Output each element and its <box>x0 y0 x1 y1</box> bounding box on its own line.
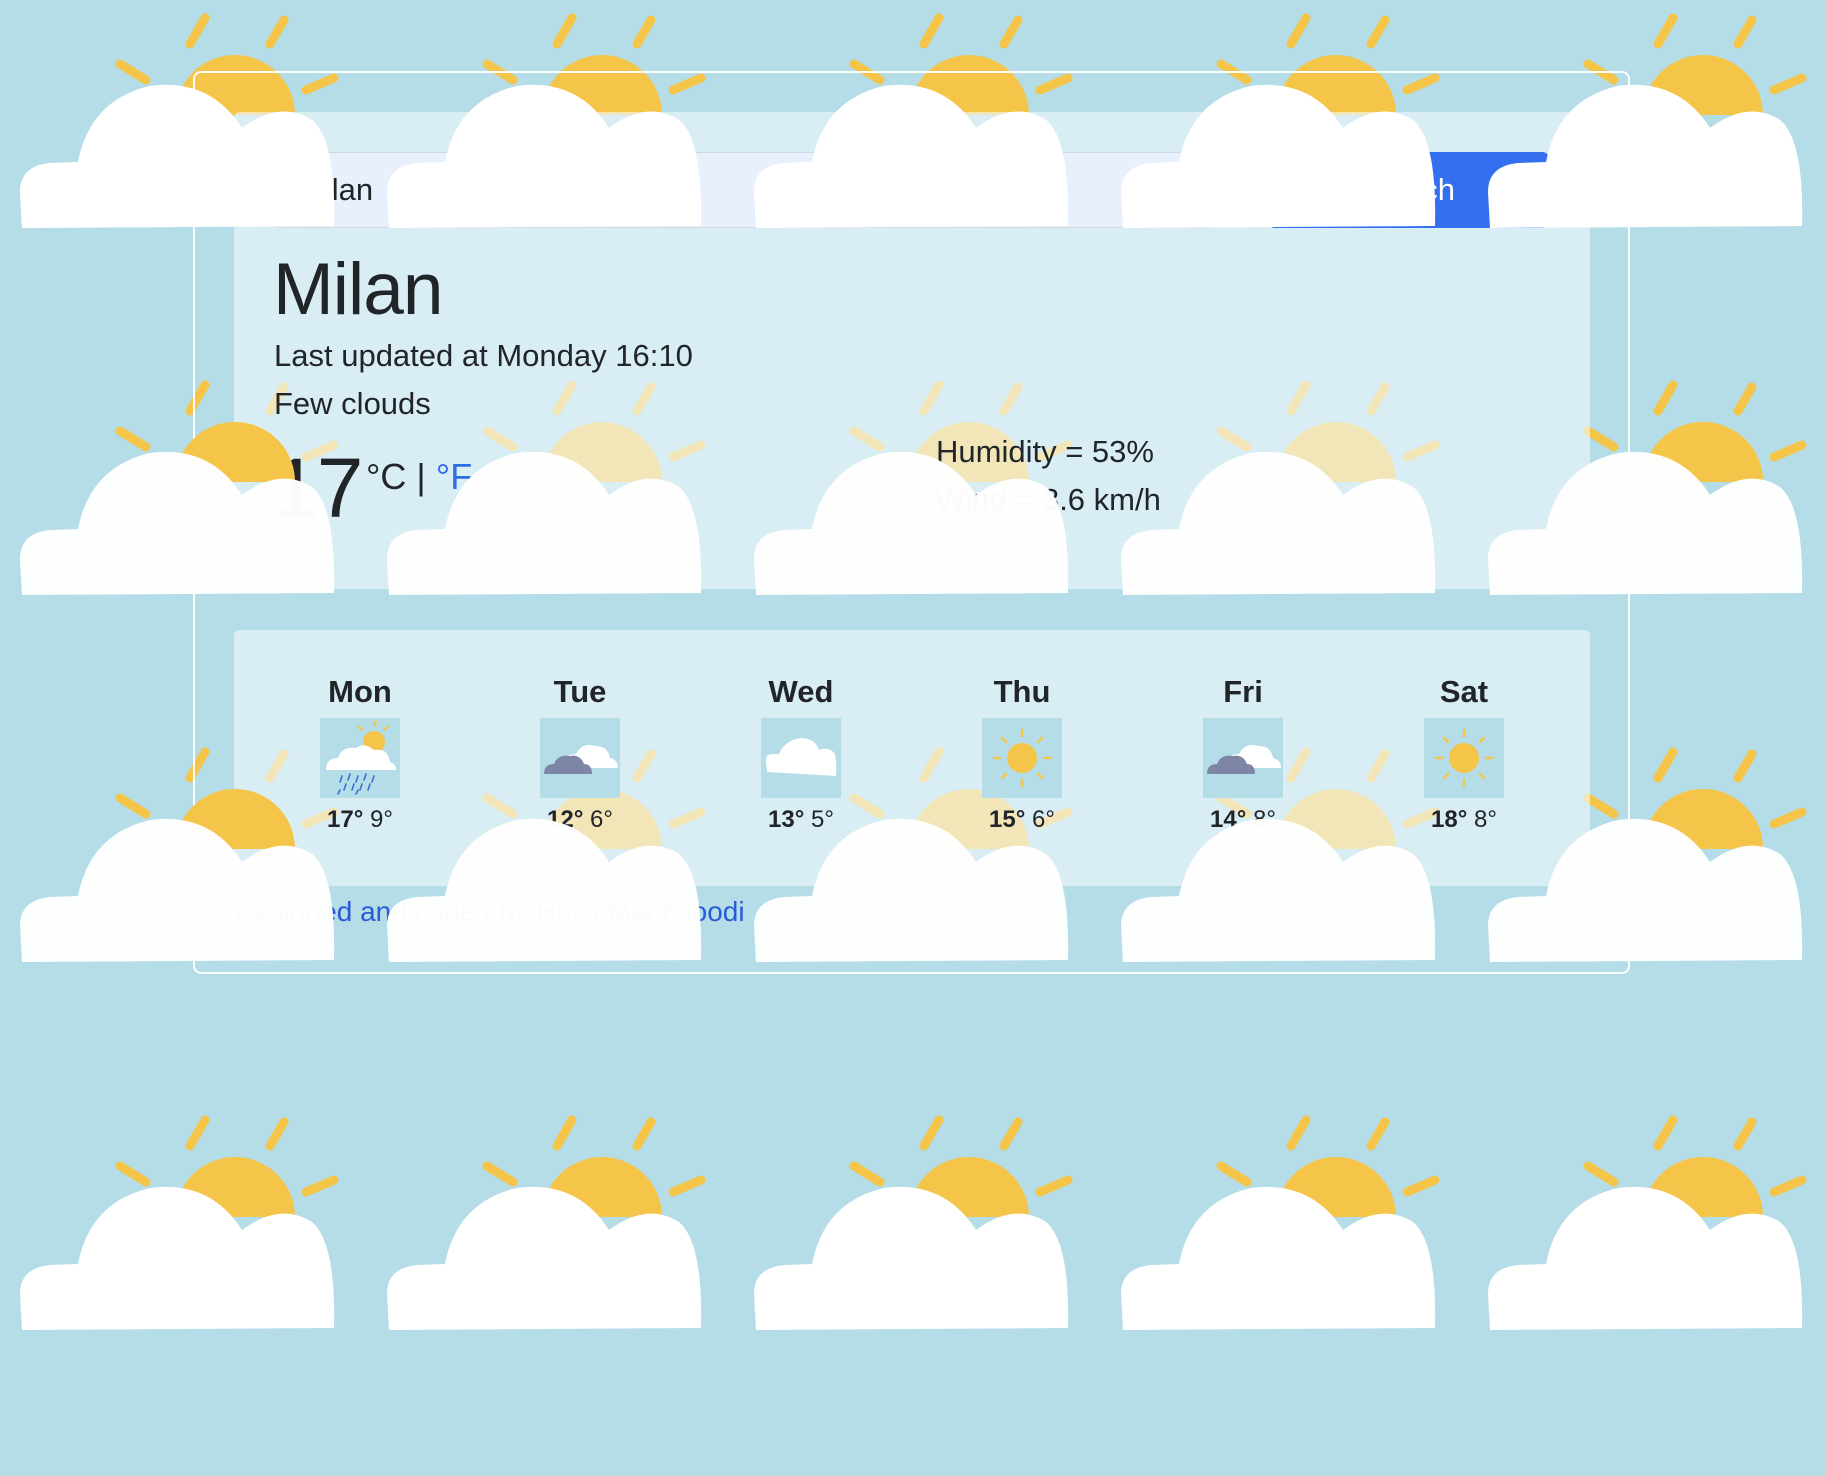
forecast-temps: 18° 8° <box>1384 806 1544 834</box>
forecast-temps: 17° 9° <box>280 806 440 834</box>
sun-icon <box>1424 718 1504 798</box>
city-search-input[interactable] <box>274 152 1218 228</box>
forecast-day: Thu 15° 6° <box>942 674 1102 834</box>
forecast-low: 6° <box>1032 806 1055 833</box>
current-temperature: 17 <box>272 441 363 535</box>
forecast-temps: 14° 8° <box>1163 806 1323 834</box>
celsius-unit: °C <box>366 456 407 497</box>
forecast-high: 18° <box>1431 806 1468 833</box>
rain-partly-sunny-icon <box>320 718 400 798</box>
forecast-day-name: Wed <box>768 674 834 709</box>
forecast-high: 14° <box>1210 806 1247 833</box>
forecast-high: 17° <box>327 806 364 833</box>
forecast-day: Wed 13° 5° <box>721 674 881 834</box>
forecast-low: 8° <box>1253 806 1276 833</box>
wind-text: Wind = 3.6 km/h <box>936 482 1161 517</box>
footer-credit: Designed and coded by Hasti Maghsoodi <box>234 896 745 928</box>
search-button[interactable]: search <box>1267 152 1550 228</box>
broken-clouds-icon <box>540 718 620 798</box>
forecast-day-name: Sat <box>1439 674 1489 709</box>
forecast-day-name: Tue <box>553 674 607 709</box>
forecast-low: 9° <box>370 806 393 833</box>
forecast-low: 6° <box>590 806 613 833</box>
unit-separator: | <box>416 456 426 497</box>
city-name: Milan <box>273 249 443 330</box>
forecast-day: Mon 17° 9° <box>280 674 440 834</box>
humidity-text: Humidity = 53% <box>936 434 1154 469</box>
forecast-high: 13° <box>768 806 805 833</box>
footer-suffix: by Hasti Maghsoodi <box>498 896 745 927</box>
forecast-high: 12° <box>547 806 584 833</box>
unit-toggle: °C | °F <box>366 456 472 498</box>
forecast-day-name: Thu <box>993 674 1051 709</box>
forecast-day: Fri 14° 8° <box>1163 674 1323 834</box>
forecast-temps: 13° 5° <box>721 806 881 834</box>
fahrenheit-link[interactable]: °F <box>436 456 472 497</box>
forecast-day-name: Mon <box>328 674 392 709</box>
forecast-temps: 12° 6° <box>500 806 660 834</box>
forecast-day: Tue 12° 6° <box>500 674 660 834</box>
forecast-low: 8° <box>1474 806 1497 833</box>
broken-clouds-icon <box>1203 718 1283 798</box>
forecast-high: 15° <box>989 806 1026 833</box>
forecast-low: 5° <box>811 806 834 833</box>
forecast-day: Sat 18° 8° <box>1384 674 1544 834</box>
sun-icon <box>982 718 1062 798</box>
last-updated-text: Last updated at Monday 16:10 <box>274 338 693 373</box>
footer-prefix: Designed and <box>234 896 407 927</box>
weather-description: Few clouds <box>274 386 431 421</box>
forecast-temps: 15° 6° <box>942 806 1102 834</box>
overcast-cloud-icon <box>761 718 841 798</box>
forecast-day-name: Fri <box>1223 674 1263 709</box>
source-code-link[interactable]: coded <box>415 896 491 927</box>
